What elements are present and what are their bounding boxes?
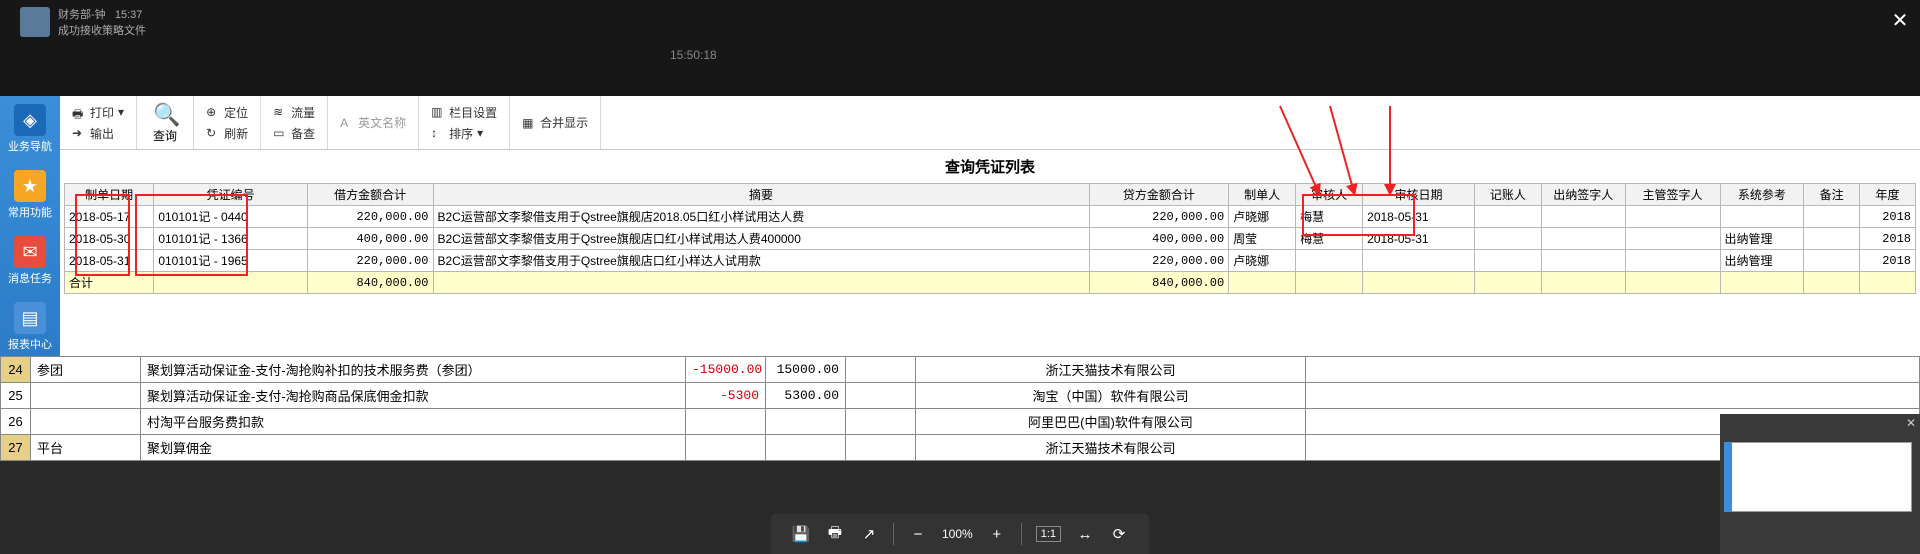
table-row[interactable]: 2018-05-30010101记 - 1366400,000.00B2C运营部…: [65, 228, 1916, 250]
text-icon: A: [340, 116, 354, 130]
nav-report[interactable]: ▤报表中心: [0, 294, 60, 360]
total-row: 合计840,000.00840,000.00: [65, 272, 1916, 294]
thumbnail-panel: ✕: [1720, 414, 1920, 554]
refresh-icon: ↻: [206, 126, 220, 140]
col-vno[interactable]: 凭证编号: [154, 184, 308, 206]
rotate-icon[interactable]: ⟳: [1109, 524, 1129, 544]
print-button[interactable]: 🖶打印 ▾: [70, 103, 126, 122]
remark-button[interactable]: ▭备查: [271, 124, 317, 143]
thumbnail[interactable]: [1724, 442, 1912, 512]
col-supervisor[interactable]: 主管签字人: [1625, 184, 1720, 206]
chat-sub: 成功接收策略文件: [58, 22, 146, 38]
colset-button[interactable]: ▥栏目设置: [429, 103, 499, 122]
merge-icon: ▦: [522, 116, 536, 130]
col-debit[interactable]: 借方金额合计: [307, 184, 433, 206]
col-credit[interactable]: 贷方金额合计: [1089, 184, 1229, 206]
col-remark[interactable]: 备注: [1804, 184, 1860, 206]
col-summary[interactable]: 摘要: [433, 184, 1089, 206]
main-window: 🖶打印 ▾ ➜输出 🔍查询 ⊕定位 ↻刷新 ≋流量 ▭备查 A英文名称 ▥栏目设…: [60, 96, 1920, 356]
flow-button[interactable]: ≋流量: [271, 103, 317, 122]
zoom-in-icon[interactable]: +: [987, 524, 1007, 544]
compass-icon: ◈: [14, 104, 46, 136]
col-rdate[interactable]: 审核日期: [1363, 184, 1475, 206]
close-icon[interactable]: ✕: [1906, 416, 1916, 430]
locate-icon: ⊕: [206, 105, 220, 119]
background-sheet: 24参团聚划算活动保证金-支付-淘抢购补扣的技术服务费（参团）-15000.00…: [0, 356, 1920, 461]
english-button[interactable]: A英文名称: [338, 113, 408, 132]
flow-icon: ≋: [273, 105, 287, 119]
col-cashier[interactable]: 出纳签字人: [1541, 184, 1625, 206]
export-button[interactable]: ➜输出: [70, 124, 126, 143]
table-row[interactable]: 2018-05-17010101记 - 0440220,000.00B2C运营部…: [65, 206, 1916, 228]
star-icon: ★: [14, 170, 46, 202]
thumbnail-nav: [1724, 442, 1732, 512]
export-icon: ➜: [72, 126, 86, 140]
table-header-row: 制单日期 凭证编号 借方金额合计 摘要 贷方金额合计 制单人 审核人 审核日期 …: [65, 184, 1916, 206]
close-icon[interactable]: ✕: [1888, 8, 1912, 32]
col-year[interactable]: 年度: [1860, 184, 1916, 206]
voucher-table: 制单日期 凭证编号 借方金额合计 摘要 贷方金额合计 制单人 审核人 审核日期 …: [64, 183, 1916, 294]
table-row[interactable]: 24参团聚划算活动保证金-支付-淘抢购补扣的技术服务费（参团）-15000.00…: [1, 357, 1920, 383]
nav-mail[interactable]: ✉消息任务: [0, 228, 60, 294]
col-date[interactable]: 制单日期: [65, 184, 154, 206]
col-maker[interactable]: 制单人: [1229, 184, 1296, 206]
chat-list-item[interactable]: 财务部-钟 15:37 成功接收策略文件: [20, 6, 146, 38]
printer-icon: 🖶: [72, 105, 86, 119]
nav-star[interactable]: ★常用功能: [0, 162, 60, 228]
pdf-toolbar: 💾 🖶 ↗ − 100% + 1:1 ↔ ⟳: [771, 514, 1149, 554]
avatar: [20, 7, 50, 37]
query-button[interactable]: 🔍查询: [147, 100, 183, 146]
print-icon[interactable]: 🖶: [825, 524, 845, 544]
table-row[interactable]: 25聚划算活动保证金-支付-淘抢购商品保底佣金扣款-53005300.00淘宝（…: [1, 383, 1920, 409]
chat-name: 财务部-钟: [58, 9, 106, 21]
clock: 15:50:18: [670, 48, 717, 62]
fit-label[interactable]: 1:1: [1036, 526, 1061, 542]
mail-icon: ✉: [14, 236, 46, 268]
share-icon[interactable]: ↗: [859, 524, 879, 544]
page-title: 查询凭证列表: [60, 150, 1920, 183]
note-icon: ▭: [273, 126, 287, 140]
columns-icon: ▥: [431, 105, 445, 119]
locate-button[interactable]: ⊕定位: [204, 103, 250, 122]
sort-icon: ↕: [431, 126, 445, 140]
save-icon[interactable]: 💾: [791, 524, 811, 544]
col-sysref[interactable]: 系统参考: [1720, 184, 1804, 206]
zoom-out-icon[interactable]: −: [908, 524, 928, 544]
zoom-level: 100%: [942, 527, 973, 541]
ribbon: 🖶打印 ▾ ➜输出 🔍查询 ⊕定位 ↻刷新 ≋流量 ▭备查 A英文名称 ▥栏目设…: [60, 96, 1920, 150]
table-row[interactable]: 26村淘平台服务费扣款阿里巴巴(中国)软件有限公司: [1, 409, 1920, 435]
fit-width-icon[interactable]: ↔: [1075, 524, 1095, 544]
chat-time: 15:37: [115, 9, 143, 21]
report-icon: ▤: [14, 302, 46, 334]
left-nav: ◈业务导航 ★常用功能 ✉消息任务 ▤报表中心: [0, 96, 60, 356]
table-row[interactable]: 2018-05-31010101记 - 1965220,000.00B2C运营部…: [65, 250, 1916, 272]
merge-button[interactable]: ▦合并显示: [520, 113, 590, 132]
magnifier-icon: 🔍: [153, 102, 177, 126]
col-poster[interactable]: 记账人: [1474, 184, 1541, 206]
table-row[interactable]: 27平台聚划算佣金浙江天猫技术有限公司: [1, 435, 1920, 461]
col-reviewer[interactable]: 审核人: [1296, 184, 1363, 206]
nav-compass[interactable]: ◈业务导航: [0, 96, 60, 162]
refresh-button[interactable]: ↻刷新: [204, 124, 250, 143]
sort-button[interactable]: ↕排序 ▾: [429, 124, 499, 143]
